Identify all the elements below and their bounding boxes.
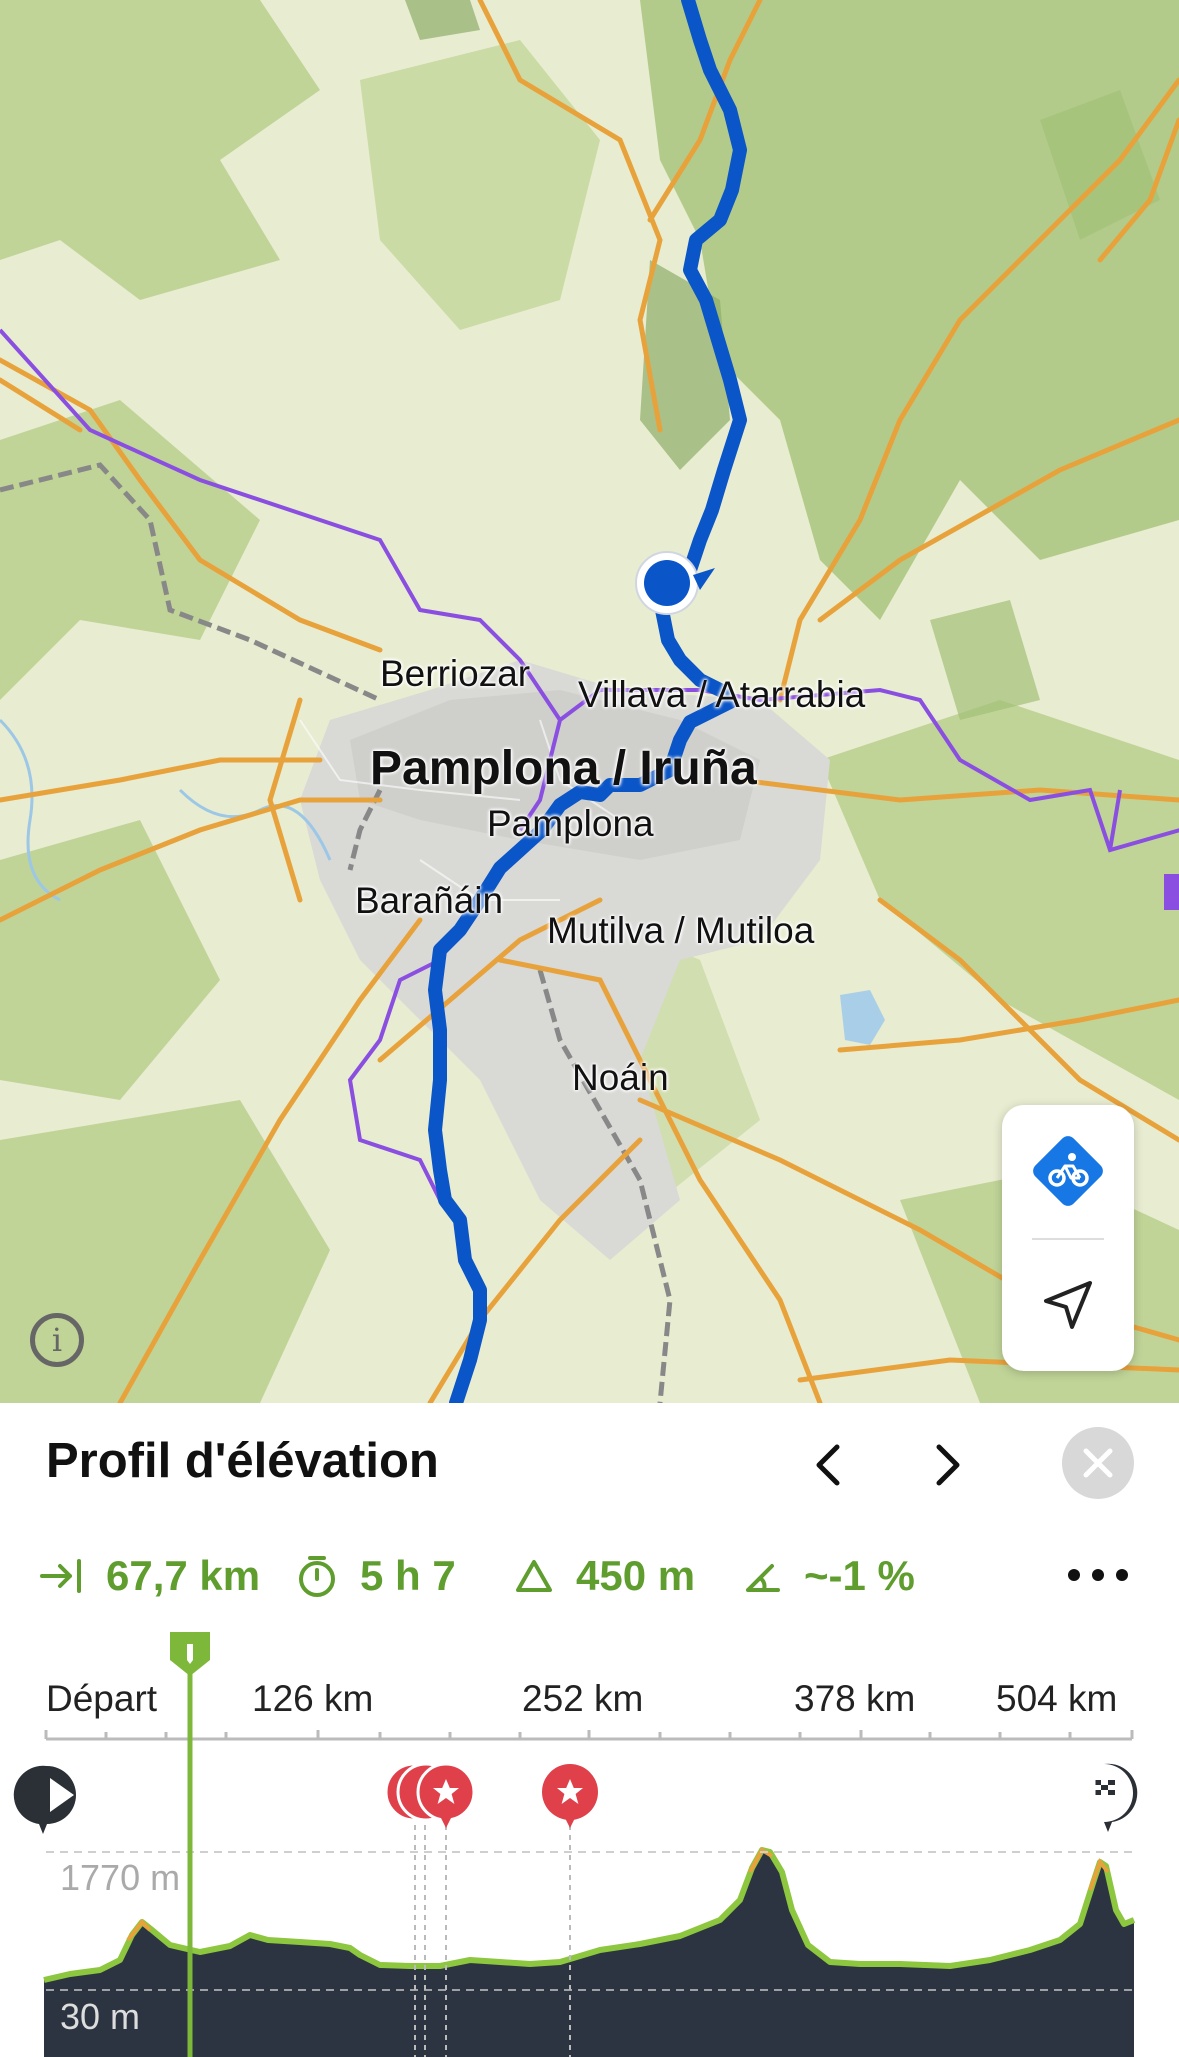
place-pamplona: Pamplona <box>487 803 654 844</box>
poi-marker-group <box>384 1762 476 1828</box>
distance-icon <box>40 1556 84 1596</box>
current-location-marker <box>635 551 715 615</box>
close-button[interactable] <box>1062 1427 1134 1499</box>
stat-duration: 5 h 7 <box>296 1550 456 1602</box>
stat-distance-value: 67,7 km <box>106 1552 261 1599</box>
chevron-left-icon <box>816 1444 840 1486</box>
more-icon[interactable] <box>1068 1560 1128 1590</box>
reservoir <box>840 990 885 1045</box>
ascent-icon <box>514 1558 554 1594</box>
place-mutilva: Mutilva / Mutiloa <box>547 910 815 951</box>
next-button[interactable] <box>918 1430 978 1500</box>
stat-grade: ~-1 % <box>742 1550 915 1602</box>
bike-mode-button[interactable] <box>1002 1105 1134 1237</box>
elevation-max-label: 1770 m <box>60 1857 181 1898</box>
stat-grade-value: ~-1 % <box>804 1552 915 1599</box>
finish-flag-icon <box>1092 1763 1138 1832</box>
grade-icon <box>742 1558 782 1594</box>
chevron-right-icon <box>936 1444 960 1486</box>
map-controls <box>1002 1105 1134 1371</box>
map-view[interactable]: Berriozar Villava / Atarrabia Pamplona /… <box>0 0 1179 1403</box>
stat-duration-value: 5 h 7 <box>360 1552 456 1599</box>
location-arrow-icon <box>1044 1281 1092 1329</box>
elevation-min-label: 30 m <box>60 1996 141 2037</box>
stat-ascent-value: 450 m <box>576 1552 696 1599</box>
stat-distance: 67,7 km <box>40 1550 260 1602</box>
locate-button[interactable] <box>1002 1239 1134 1371</box>
timer-icon <box>296 1554 338 1598</box>
bike-mode-icon <box>1033 1136 1103 1206</box>
panel-title: Profil d'élévation <box>46 1434 439 1488</box>
stat-ascent: 450 m <box>514 1550 695 1602</box>
place-villava: Villava / Atarrabia <box>578 674 866 715</box>
start-icon <box>13 1765 77 1834</box>
elevation-profile[interactable] <box>0 1620 1179 2057</box>
close-icon <box>1083 1448 1113 1478</box>
place-berriozar: Berriozar <box>380 653 531 694</box>
previous-button[interactable] <box>798 1430 858 1500</box>
place-noain: Noáin <box>572 1057 669 1098</box>
map-info-icon[interactable]: i <box>30 1313 84 1367</box>
place-baranain: Barañáin <box>355 880 504 921</box>
place-pamplona-iruna: Pamplona / Iruña <box>370 742 757 795</box>
poi-marker <box>542 1764 598 1828</box>
